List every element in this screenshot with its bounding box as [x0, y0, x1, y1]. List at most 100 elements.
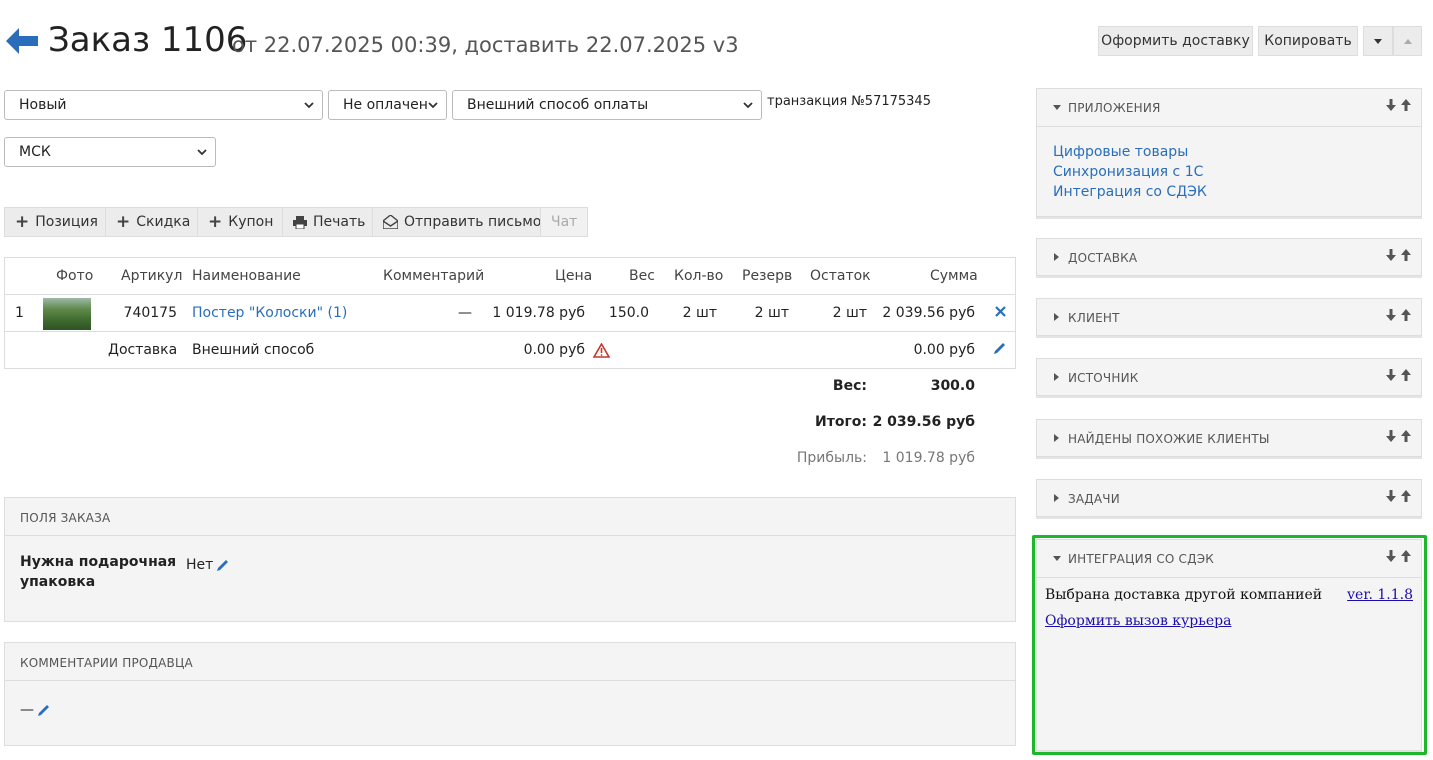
- caret-up-icon: [1403, 38, 1412, 44]
- col-reserve: Резерв: [742, 268, 793, 284]
- move-up-icon[interactable]: [1401, 249, 1411, 261]
- item-weight: 150.0: [608, 305, 649, 321]
- delivery-method: Внешний способ: [192, 342, 315, 358]
- move-down-icon[interactable]: [1386, 490, 1396, 502]
- move-up-icon[interactable]: [1401, 309, 1411, 321]
- gift-wrap-label-line1: Нужна подарочная: [20, 554, 177, 570]
- edit-pencil-icon[interactable]: [37, 703, 51, 717]
- col-comment: Комментарий: [383, 268, 485, 284]
- expand-triangle-icon: [1054, 313, 1059, 321]
- create-delivery-button[interactable]: Оформить доставку: [1098, 26, 1253, 56]
- move-down-icon[interactable]: [1386, 309, 1396, 321]
- app-link-sdek[interactable]: Интеграция со СДЭК: [1053, 184, 1207, 200]
- move-up-icon[interactable]: [1401, 430, 1411, 442]
- move-down-icon[interactable]: [1386, 369, 1396, 381]
- move-up-icon[interactable]: [1401, 99, 1411, 111]
- payment-method-select[interactable]: Внешний способ оплаты: [452, 90, 762, 120]
- seller-comment-text: —: [20, 702, 34, 718]
- envelope-icon: [383, 215, 398, 229]
- collapse-triangle-icon: [1053, 105, 1061, 110]
- total-value: 2 039.56 руб: [872, 414, 975, 430]
- plus-icon: +: [208, 211, 223, 232]
- chat-button[interactable]: Чат: [540, 207, 589, 237]
- move-up-icon[interactable]: [1401, 490, 1411, 502]
- payment-status-select[interactable]: Не оплачен: [328, 90, 447, 120]
- edit-pencil-icon[interactable]: [216, 558, 230, 572]
- col-photo: Фото: [56, 268, 94, 284]
- collapse-button[interactable]: [1393, 26, 1422, 56]
- tasks-panel[interactable]: ЗАДАЧИ: [1036, 479, 1422, 517]
- chevron-down-icon: [743, 102, 753, 109]
- col-price: Цена: [555, 268, 593, 284]
- col-weight: Вес: [629, 268, 655, 284]
- expand-triangle-icon: [1054, 253, 1059, 261]
- item-sum: 2 039.56 руб: [882, 305, 975, 321]
- item-qty[interactable]: 2 шт: [665, 305, 717, 321]
- apps-panel-title: ПРИЛОЖЕНИЯ: [1068, 101, 1161, 115]
- plus-icon: +: [116, 211, 131, 232]
- warning-icon: [593, 343, 610, 358]
- move-down-icon[interactable]: [1386, 249, 1396, 261]
- print-label: Печать: [313, 214, 366, 230]
- item-reserve: 2 шт: [754, 305, 789, 321]
- expand-triangle-icon: [1054, 434, 1059, 442]
- item-stock: 2 шт: [832, 305, 867, 321]
- chevron-down-icon: [428, 102, 438, 109]
- gift-wrap-value[interactable]: Нет: [186, 557, 230, 573]
- edit-pencil-icon[interactable]: [993, 341, 1007, 355]
- more-dropdown-button[interactable]: [1363, 26, 1393, 56]
- item-comment[interactable]: —: [425, 305, 472, 321]
- order-subtitle: от 22.07.2025 00:39, доставить 22.07.202…: [232, 33, 739, 57]
- gift-wrap-label: Нужна подарочная упаковка: [20, 552, 176, 592]
- weight-total-value: 300.0: [930, 378, 975, 394]
- col-stock: Остаток: [810, 268, 871, 284]
- col-name: Наименование: [192, 268, 301, 284]
- similar-clients-panel[interactable]: НАЙДЕНЫ ПОХОЖИЕ КЛИЕНТЫ: [1036, 419, 1422, 457]
- product-photo[interactable]: [43, 298, 91, 330]
- item-name-link[interactable]: Постер "Колоски" (1): [192, 305, 347, 321]
- delivery-panel-title: ДОСТАВКА: [1068, 251, 1138, 265]
- copy-button[interactable]: Копировать: [1258, 26, 1358, 56]
- seller-comments-header: КОММЕНТАРИИ ПРОДАВЦА: [5, 643, 1015, 681]
- order-fields-panel: ПОЛЯ ЗАКАЗА Нужна подарочная упаковка Не…: [4, 497, 1016, 622]
- order-status-select[interactable]: Новый: [4, 90, 323, 120]
- app-link-digital-goods[interactable]: Цифровые товары: [1053, 144, 1188, 160]
- send-email-button[interactable]: Отправить письмо: [372, 207, 553, 237]
- region-select[interactable]: МСК: [4, 137, 216, 167]
- col-sum: Сумма: [930, 268, 978, 284]
- delivery-panel[interactable]: ДОСТАВКА: [1036, 238, 1422, 276]
- add-discount-button[interactable]: + Скидка: [105, 207, 202, 237]
- tasks-panel-title: ЗАДАЧИ: [1068, 492, 1120, 506]
- move-up-icon[interactable]: [1401, 369, 1411, 381]
- add-discount-label: Скидка: [136, 214, 191, 230]
- highlight-outline: [1032, 535, 1427, 755]
- client-panel[interactable]: КЛИЕНТ: [1036, 298, 1422, 336]
- apps-panel-header[interactable]: ПРИЛОЖЕНИЯ: [1037, 89, 1421, 127]
- similar-clients-panel-title: НАЙДЕНЫ ПОХОЖИЕ КЛИЕНТЫ: [1068, 432, 1270, 446]
- caret-down-icon: [1374, 38, 1382, 44]
- expand-triangle-icon: [1054, 494, 1059, 502]
- add-coupon-button[interactable]: + Купон: [197, 207, 285, 237]
- page-title: Заказ 1106: [48, 20, 248, 60]
- add-position-button[interactable]: + Позиция: [4, 207, 109, 237]
- order-items-table: Фото Артикул Наименование Комментарий Це…: [4, 257, 1016, 369]
- order-fields-header: ПОЛЯ ЗАКАЗА: [5, 498, 1015, 536]
- delivery-sum: 0.00 руб: [913, 342, 975, 358]
- col-qty: Кол-во: [674, 268, 724, 284]
- print-button[interactable]: Печать: [282, 207, 377, 237]
- seller-comment-value[interactable]: —: [20, 702, 51, 718]
- move-down-icon[interactable]: [1386, 99, 1396, 111]
- remove-item-icon[interactable]: [995, 306, 1006, 317]
- add-coupon-label: Купон: [228, 214, 274, 230]
- client-panel-title: КЛИЕНТ: [1068, 311, 1120, 325]
- panel-move-arrows: [1386, 99, 1411, 111]
- row-divider: [5, 294, 1015, 295]
- delivery-price[interactable]: 0.00 руб: [485, 342, 585, 358]
- source-panel[interactable]: ИСТОЧНИК: [1036, 358, 1422, 396]
- back-arrow-icon[interactable]: [6, 28, 38, 54]
- chevron-down-icon: [197, 149, 207, 156]
- gift-wrap-value-text: Нет: [186, 557, 214, 573]
- move-down-icon[interactable]: [1386, 430, 1396, 442]
- item-price[interactable]: 1 019.78 руб: [485, 305, 585, 321]
- app-link-1c-sync[interactable]: Синхронизация с 1С: [1053, 164, 1203, 180]
